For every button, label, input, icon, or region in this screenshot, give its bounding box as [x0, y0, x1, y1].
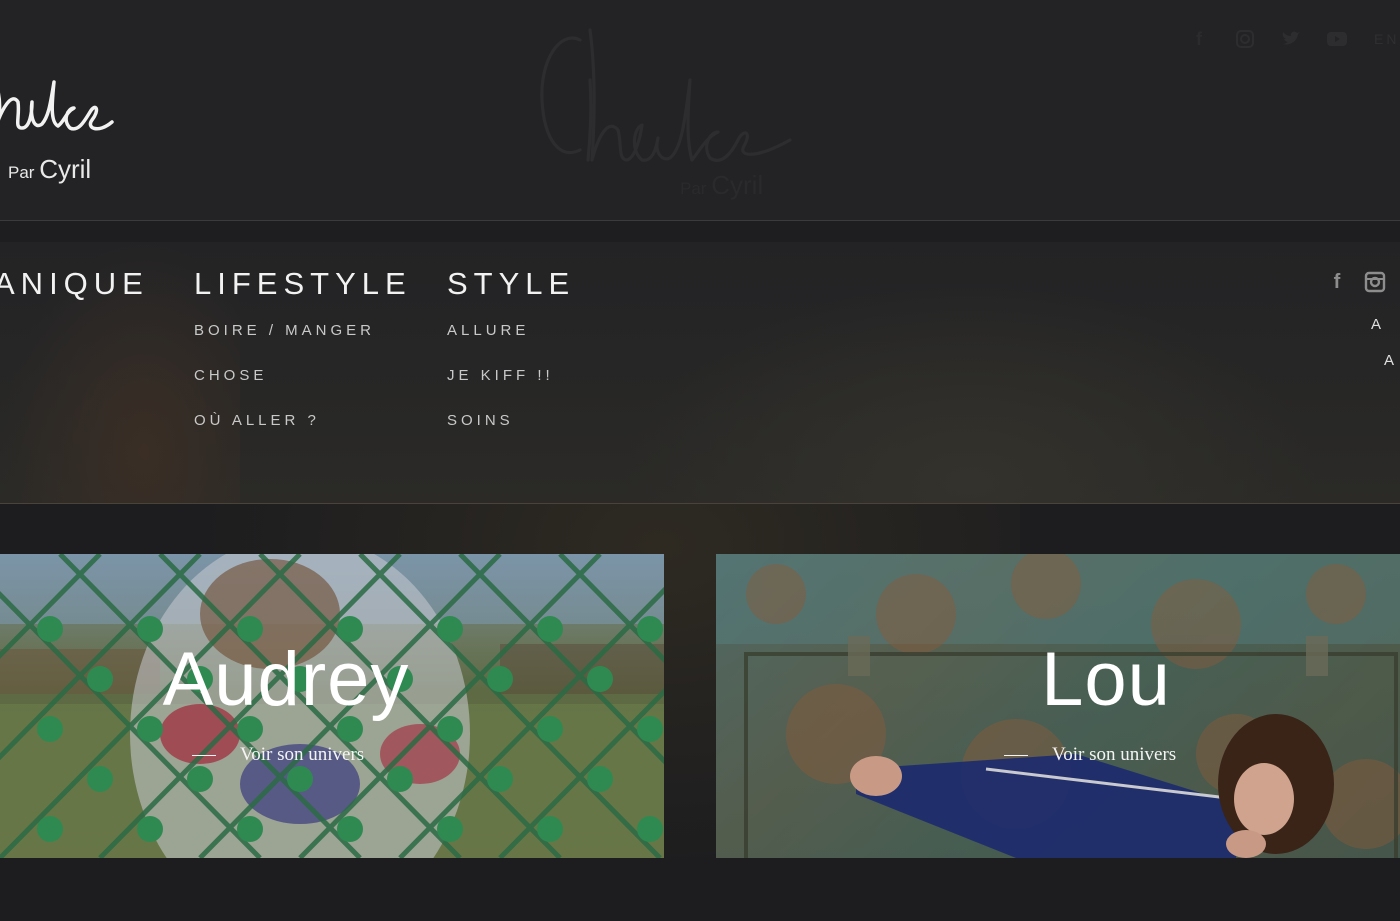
facebook-icon[interactable]: f	[1186, 28, 1212, 50]
site-header: Par Cyril Par Cyril f EN	[0, 0, 1400, 220]
instagram-icon[interactable]	[1232, 28, 1258, 50]
twitter-icon[interactable]	[1278, 28, 1304, 50]
language-switch[interactable]: EN	[1374, 31, 1399, 47]
profile-card-audrey[interactable]: Audrey Voir son univers	[0, 554, 664, 858]
instagram-icon[interactable]	[1364, 270, 1386, 294]
logo-script-center	[540, 28, 792, 162]
menu-item-je-kiff[interactable]: JE KIFF !!	[447, 367, 575, 384]
header-divider	[0, 220, 1400, 221]
menu-right-link-2[interactable]: A	[1384, 352, 1400, 369]
menu-column-style: STYLE ALLURE JE KIFF !! SOINS	[447, 266, 575, 429]
menu-item-ou-aller[interactable]: OÙ ALLER ?	[194, 412, 412, 429]
logo-par: Par	[8, 163, 35, 182]
logo-par-cyril: Par Cyril	[8, 154, 91, 185]
logo-center-name: Cyril	[711, 170, 764, 200]
profile-card-lou[interactable]: Lou Voir son univers	[716, 554, 1400, 858]
menu-right-link-1[interactable]: A P	[1371, 316, 1400, 333]
card-title-audrey: Audrey	[162, 637, 410, 722]
menu-item-allure[interactable]: ALLURE	[447, 322, 575, 339]
logo-left[interactable]: Par Cyril	[0, 62, 122, 185]
logo-center[interactable]: Par Cyril	[530, 20, 810, 205]
logo-script-left	[0, 80, 114, 131]
menu-heading[interactable]: ANIQUE	[0, 266, 149, 302]
menu-item-boire-manger[interactable]: BOIRE / MANGER	[194, 322, 412, 339]
menu-column-lifestyle: LIFESTYLE BOIRE / MANGER CHOSE OÙ ALLER …	[194, 266, 412, 429]
card-link-label[interactable]: Voir son univers	[240, 744, 364, 766]
menu-item-soins[interactable]: SOINS	[447, 412, 575, 429]
menu-heading-style[interactable]: STYLE	[447, 266, 575, 302]
dash-decoration	[192, 754, 216, 756]
youtube-icon[interactable]	[1324, 28, 1350, 50]
facebook-icon[interactable]: f	[1326, 270, 1348, 294]
logo-center-par: Par	[680, 179, 707, 198]
logo-center-par-cyril: Par Cyril	[680, 170, 763, 201]
menu-social-links: f	[1326, 270, 1386, 294]
header-social-links: f EN	[1186, 28, 1399, 50]
menu-bg-shade-right	[620, 282, 1320, 504]
card-title-lou: Lou	[1041, 637, 1171, 722]
menu-column-botanique: ANIQUE	[0, 266, 149, 302]
dash-decoration	[1004, 754, 1028, 756]
card-link-label[interactable]: Voir son univers	[1052, 744, 1176, 766]
card-link-audrey[interactable]: Voir son univers	[192, 744, 364, 766]
menu-item-chose[interactable]: CHOSE	[194, 367, 412, 384]
logo-name: Cyril	[39, 154, 92, 184]
menu-heading-lifestyle[interactable]: LIFESTYLE	[194, 266, 412, 302]
card-link-lou[interactable]: Voir son univers	[1004, 744, 1176, 766]
